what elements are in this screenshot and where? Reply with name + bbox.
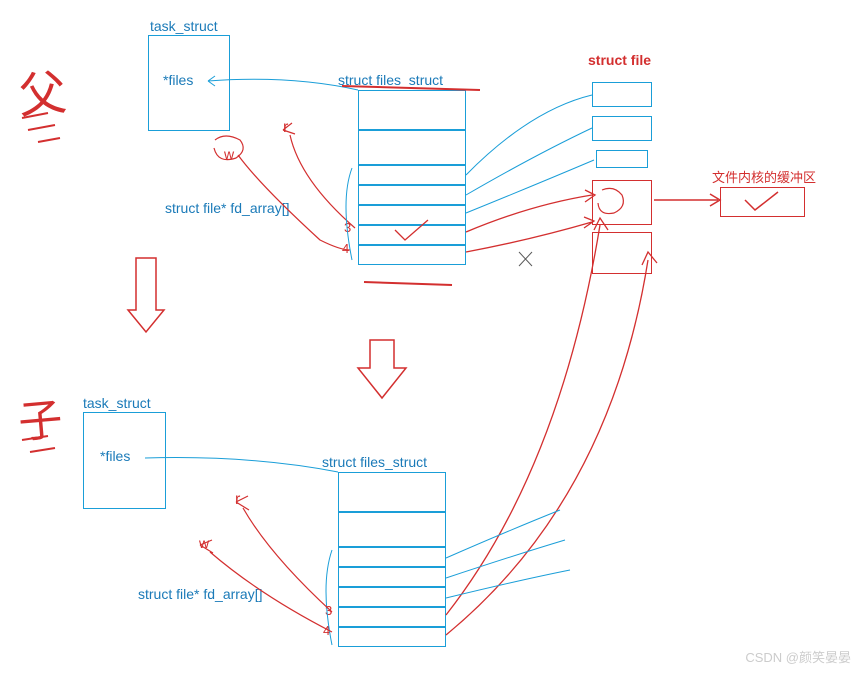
label-files-struct-top: struct files_struct — [338, 72, 443, 88]
box-struct-file-2 — [596, 150, 648, 168]
label-r-top: r — [283, 119, 288, 137]
label-files-ptr-bottom: *files — [100, 448, 130, 464]
label-fd-array-top: struct file* fd_array[] — [165, 200, 290, 216]
label-buffer: 文件内核的缓冲区 — [712, 167, 816, 186]
box-fd-array-top-0 — [358, 165, 466, 185]
box-fd-array-bottom-0 — [338, 547, 446, 567]
box-files-struct-top-1 — [358, 130, 466, 165]
label-struct-file: struct file — [588, 52, 651, 68]
label-r-bottom: r — [235, 491, 240, 509]
box-fd-array-top-3 — [358, 225, 466, 245]
label-four-top: 4 — [342, 241, 349, 256]
box-buffer — [720, 187, 805, 217]
box-files-struct-top-0 — [358, 90, 466, 130]
box-struct-file-1 — [592, 116, 652, 141]
box-fd-array-bottom-4 — [338, 627, 446, 647]
box-fd-array-bottom-2 — [338, 587, 446, 607]
label-w-bottom: w — [199, 535, 209, 551]
label-fd-array-bottom: struct file* fd_array[] — [138, 586, 263, 602]
label-task-struct-top: task_struct — [150, 18, 218, 34]
box-fd-array-bottom-1 — [338, 567, 446, 587]
box-struct-file-red-1 — [592, 232, 652, 274]
label-task-struct-bottom: task_struct — [83, 395, 151, 411]
box-fd-array-top-2 — [358, 205, 466, 225]
watermark: CSDN @颜笑晏晏 — [745, 647, 851, 666]
box-struct-file-red-0 — [592, 180, 652, 225]
box-fd-array-top-1 — [358, 185, 466, 205]
label-three-bottom: 3 — [325, 603, 332, 618]
handwriting-parent: 父 — [15, 53, 69, 127]
box-fd-array-top-4 — [358, 245, 466, 265]
box-fd-array-bottom-3 — [338, 607, 446, 627]
box-files-struct-bottom-1 — [338, 512, 446, 547]
box-files-struct-bottom-0 — [338, 472, 446, 512]
label-w-top: w — [224, 146, 234, 162]
label-four-bottom: 4 — [323, 623, 330, 638]
handwriting-child: 子 — [15, 383, 64, 451]
label-files-ptr-top: *files — [163, 72, 193, 88]
label-files-struct-bottom: struct files_struct — [322, 454, 427, 470]
box-struct-file-0 — [592, 82, 652, 107]
label-three-top: 3 — [344, 220, 351, 235]
